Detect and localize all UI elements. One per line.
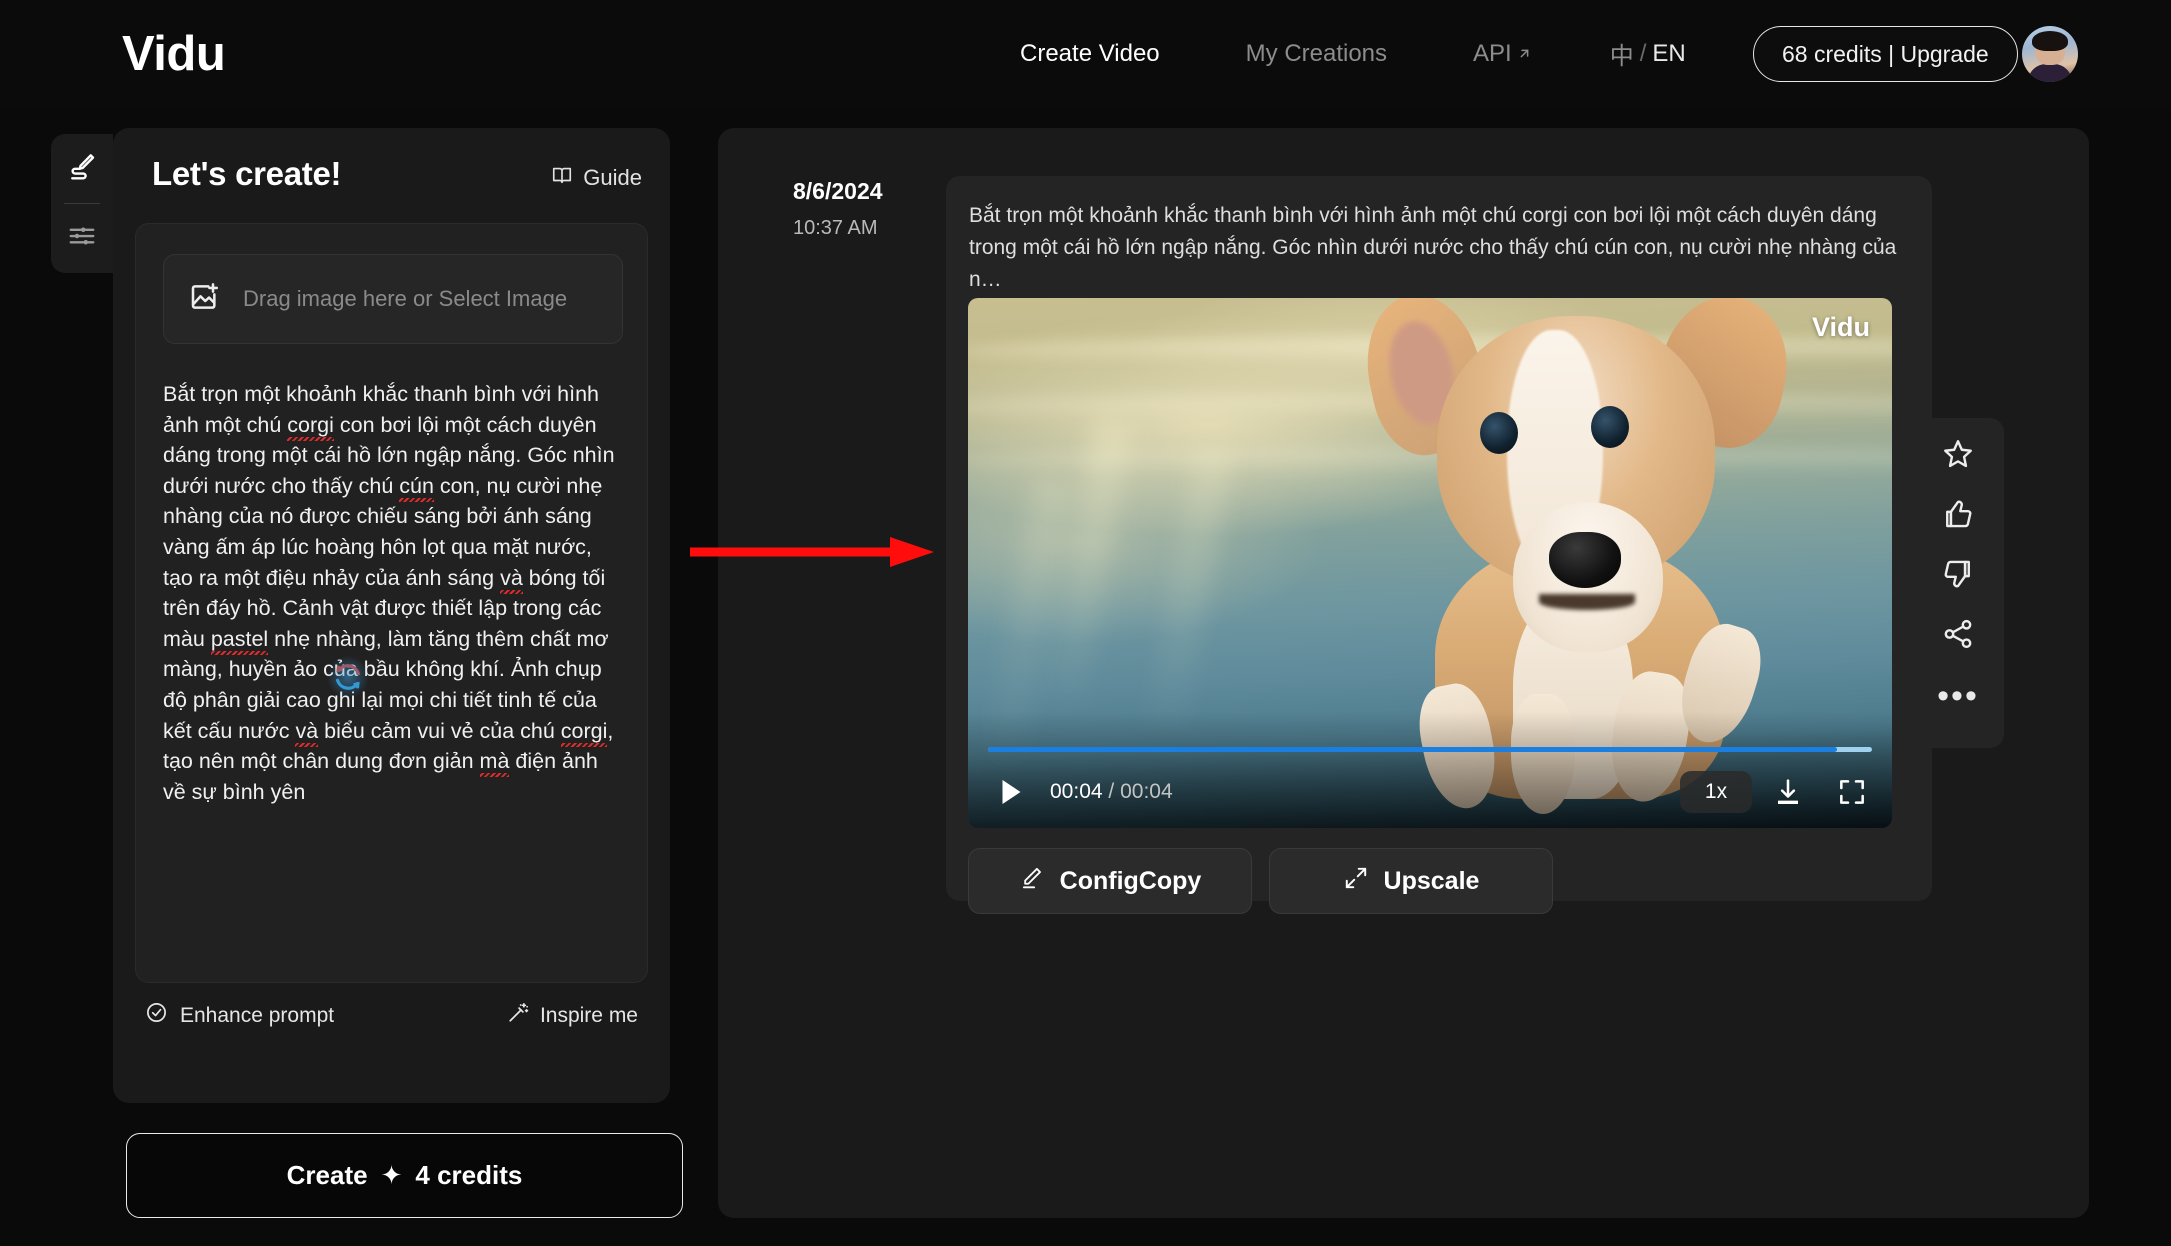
external-link-icon	[1517, 40, 1532, 68]
more-options-button[interactable]: •••	[1938, 676, 1978, 716]
credits-upgrade-button[interactable]: 68 credits | Upgrade	[1753, 26, 2018, 82]
app-logo[interactable]: Vidu	[122, 26, 225, 82]
guide-label: Guide	[583, 165, 642, 191]
language-zh[interactable]: 中	[1610, 36, 1634, 71]
nav-item-my-creations[interactable]: My Creations	[1246, 40, 1387, 68]
create-panel: Let's create! Guide Drag image here or S…	[113, 128, 670, 1103]
upscale-label: Upscale	[1384, 867, 1480, 896]
enhance-prompt-label: Enhance prompt	[180, 1004, 334, 1028]
upscale-button[interactable]: Upscale	[1269, 848, 1553, 914]
sliders-icon	[67, 221, 97, 256]
prompt-card: Drag image here or Select Image Bắt trọn…	[135, 223, 648, 983]
main-nav: Create Video My Creations API 中 / EN	[1020, 36, 1686, 71]
download-icon	[1772, 795, 1804, 812]
page-title: Let's create!	[152, 155, 341, 193]
dislike-button[interactable]	[1938, 556, 1978, 596]
expand-icon	[1343, 865, 1369, 898]
video-time-display: 00:04 / 00:04	[1050, 780, 1173, 804]
video-total-time: 00:04	[1120, 780, 1173, 803]
play-button[interactable]	[992, 774, 1028, 810]
guide-button[interactable]: Guide	[551, 164, 642, 192]
language-switcher[interactable]: 中 / EN	[1610, 36, 1686, 71]
enhance-prompt-toggle[interactable]: Enhance prompt	[145, 1001, 334, 1030]
config-copy-label: ConfigCopy	[1060, 867, 1202, 896]
pen-write-icon	[67, 151, 97, 186]
play-icon	[992, 797, 1028, 814]
generation-card: Bắt trọn một khoảnh khắc thanh bình với …	[946, 176, 1932, 901]
avatar-body	[2028, 64, 2072, 82]
sidebar-item-create[interactable]	[51, 134, 113, 203]
avatar[interactable]	[2022, 26, 2078, 82]
generation-prompt-preview: Bắt trọn một khoảnh khắc thanh bình với …	[969, 200, 1909, 296]
book-icon	[551, 164, 573, 192]
download-button[interactable]	[1772, 776, 1804, 808]
image-dropzone[interactable]: Drag image here or Select Image	[163, 254, 623, 344]
like-button[interactable]	[1938, 496, 1978, 536]
avatar-hair	[2032, 31, 2068, 51]
video-progress-fill	[988, 747, 1837, 752]
video-watermark: Vidu	[1812, 312, 1870, 343]
video-progress-bar[interactable]	[988, 747, 1872, 752]
nav-item-api-label: API	[1473, 40, 1512, 68]
nav-item-create-video[interactable]: Create Video	[1020, 40, 1160, 68]
favorite-button[interactable]	[1938, 436, 1978, 476]
more-horizontal-icon: •••	[1937, 691, 1979, 701]
prompt-input[interactable]: Bắt trọn một khoảnh khắc thanh bình với …	[163, 379, 623, 807]
fullscreen-icon	[1836, 795, 1868, 812]
thumbs-down-icon	[1941, 557, 1975, 596]
share-button[interactable]	[1938, 616, 1978, 656]
star-icon	[1941, 437, 1975, 476]
share-icon	[1941, 617, 1975, 656]
check-circle-icon	[145, 1001, 168, 1030]
inspire-me-label: Inspire me	[540, 1004, 638, 1028]
pencil-icon	[1019, 865, 1045, 898]
magic-wand-icon	[507, 1001, 530, 1030]
create-button-label: Create	[287, 1160, 368, 1191]
generation-time: 10:37 AM	[793, 217, 878, 240]
sync-loading-icon	[332, 661, 364, 693]
video-player[interactable]: Vidu 00:04 / 00:04 1x	[968, 298, 1892, 828]
generation-action-row: ConfigCopy Upscale	[968, 848, 1553, 914]
generation-date: 8/6/2024	[793, 178, 883, 205]
video-time-separator: /	[1108, 780, 1114, 803]
left-tab-rail	[51, 134, 113, 273]
thumbs-up-icon	[1941, 497, 1975, 536]
video-controls: 00:04 / 00:04 1x	[968, 758, 1892, 828]
playback-speed-button[interactable]: 1x	[1680, 771, 1752, 813]
inspire-me-button[interactable]: Inspire me	[507, 1001, 638, 1030]
spinner-glow	[327, 656, 369, 698]
nav-item-api[interactable]: API	[1473, 40, 1532, 68]
prompt-text-value: Bắt trọn một khoảnh khắc thanh bình với …	[163, 382, 615, 804]
language-en[interactable]: EN	[1652, 40, 1685, 68]
create-button[interactable]: Create ✦ 4 credits	[126, 1133, 683, 1218]
app-header: Vidu Create Video My Creations API 中 / E…	[0, 0, 2171, 108]
video-current-time: 00:04	[1050, 780, 1103, 803]
language-separator: /	[1640, 40, 1647, 68]
image-plus-icon	[189, 281, 221, 318]
results-panel: 8/6/2024 10:37 AM	[718, 128, 2089, 1218]
prompt-footer: Enhance prompt Inspire me	[135, 983, 648, 1053]
sidebar-item-settings[interactable]	[51, 204, 113, 273]
create-button-credits: 4 credits	[415, 1160, 522, 1191]
sparkle-icon: ✦	[381, 1160, 403, 1191]
fullscreen-button[interactable]	[1836, 776, 1868, 808]
dropzone-placeholder: Drag image here or Select Image	[243, 286, 567, 312]
config-copy-button[interactable]: ConfigCopy	[968, 848, 1252, 914]
